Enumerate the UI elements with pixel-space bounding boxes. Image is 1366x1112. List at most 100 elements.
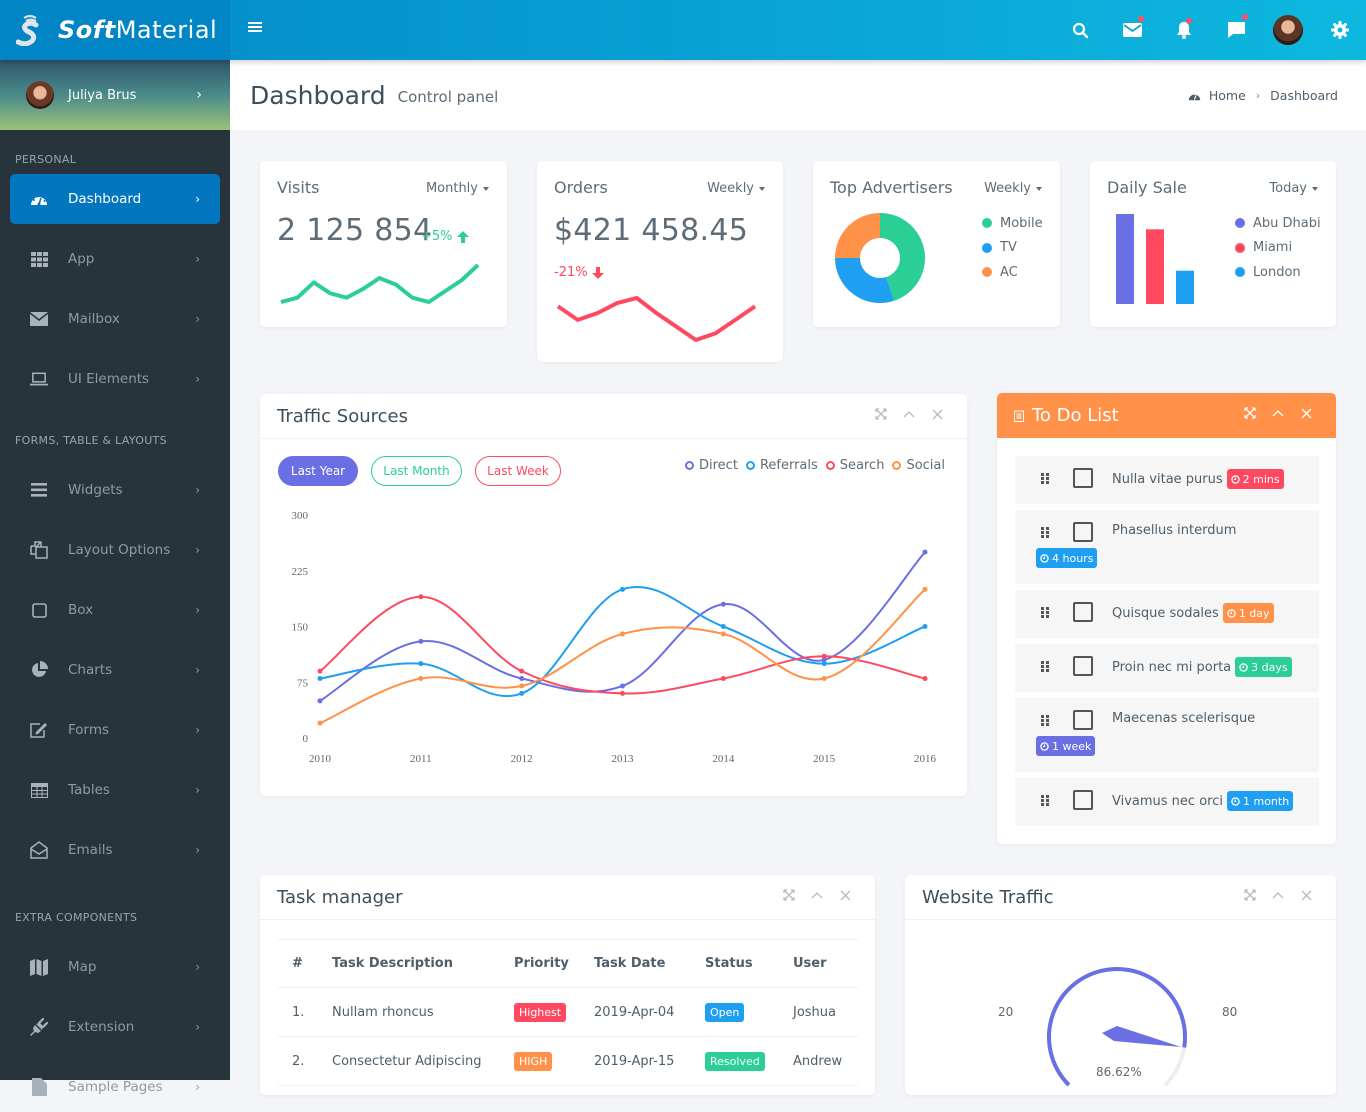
sidebar-item-forms[interactable]: Forms › [10,705,220,755]
data-point-social [821,676,827,682]
expand-icon[interactable] [1242,887,1258,903]
sidebar-item-sample-pages[interactable]: Sample Pages › [10,1062,220,1112]
drag-handle-icon[interactable] [1041,527,1049,538]
todo-item[interactable]: Nulla vitae purus 2 mins [1015,456,1319,504]
notifications-button[interactable] [1158,0,1210,60]
content-header: Dashboard Control panel Home › Dashboard [230,60,1366,130]
todo-item[interactable]: Proin nec mi porta 3 days [1015,644,1319,692]
sidebar-item-extension[interactable]: Extension › [10,1002,220,1052]
gear-icon [1331,21,1349,39]
box-title: Task manager [277,886,403,908]
data-point-search [620,690,625,696]
expand-icon[interactable] [781,887,797,903]
sidebar-item-box[interactable]: Box › [10,585,220,635]
todo-text: Maecenas scelerisque [1112,711,1256,726]
filter-last-year-button[interactable]: Last Year [278,456,358,486]
data-point-social [418,676,424,682]
website-traffic-box: Website Traffic 20 80 86.62% [905,875,1336,1095]
data-point-direct [922,549,928,555]
user-panel[interactable]: Juliya Brus › [0,60,230,130]
expand-icon[interactable] [1242,405,1258,421]
file-icon [30,1078,48,1096]
todo-checkbox[interactable] [1073,468,1093,488]
todo-checkbox[interactable] [1073,710,1093,730]
x-tick-label: 2012 [511,753,533,765]
sidebar-item-dashboard[interactable]: Dashboard › [10,174,220,224]
user-menu-button[interactable] [1262,0,1314,60]
visits-value: 2 125 854 [277,213,433,248]
task-description: Consectetur Adipiscing [318,1036,500,1086]
sidebar-item-label: Box [68,602,94,618]
gauge-label-right: 80 [1222,1005,1238,1019]
todo-item[interactable]: Maecenas scelerisque 1 week [1015,698,1319,772]
legend-item: TV [982,236,1043,261]
close-icon[interactable] [1298,887,1314,903]
collapse-icon[interactable] [1270,887,1286,903]
todo-item[interactable]: Vivamus nec orci 1 month [1015,778,1319,826]
notification-dot [1186,18,1192,24]
status-cell: Open [691,987,779,1037]
filter-last-week-button[interactable]: Last Week [475,456,561,486]
filter-last-month-button[interactable]: Last Month [371,456,462,486]
period-dropdown[interactable]: Weekly [984,181,1042,196]
collapse-icon[interactable] [809,887,825,903]
close-icon[interactable] [929,406,945,422]
sidebar-item-layout-options[interactable]: Layout Options › [10,525,220,575]
todo-item[interactable]: Phasellus interdum 4 hours [1015,510,1319,584]
drag-handle-icon[interactable] [1041,473,1049,484]
period-dropdown[interactable]: Monthly [426,181,489,196]
todo-checkbox[interactable] [1073,602,1093,622]
advertisers-donut-chart [835,213,925,303]
chevron-right-icon: › [195,1080,200,1094]
data-point-social [620,631,625,637]
data-point-referrals [720,624,726,629]
sidebar-item-mailbox[interactable]: Mailbox › [10,294,220,344]
drag-handle-icon[interactable] [1041,607,1049,618]
close-icon[interactable] [1298,405,1314,421]
logo[interactable]: SoftMaterial [0,0,230,60]
settings-button[interactable] [1314,0,1366,60]
sidebar-item-tables[interactable]: Tables › [10,765,220,815]
orders-sparkline [556,296,757,342]
breadcrumb-home-link[interactable]: Home [1209,88,1246,103]
todo-item[interactable]: Quisque sodales 1 day [1015,590,1319,638]
data-point-direct [720,601,726,607]
collapse-icon[interactable] [901,406,917,422]
table-row[interactable]: 1. Nullam rhoncus Highest 2019-Apr-04 Op… [278,987,858,1037]
drag-handle-icon[interactable] [1041,795,1049,806]
period-dropdown[interactable]: Today [1269,181,1318,196]
table-row[interactable]: 2. Consectetur Adipiscing HIGH 2019-Apr-… [278,1036,858,1086]
legend-dot [1235,242,1245,253]
task-user: Joshua [779,987,858,1037]
data-point-referrals [519,690,525,696]
visits-card: Visits Monthly 2 125 854 +5% [260,161,507,327]
collapse-icon[interactable] [1270,405,1286,421]
drag-handle-icon[interactable] [1041,715,1049,726]
data-point-direct [418,638,424,644]
legend-item: London [1235,260,1321,285]
todo-checkbox[interactable] [1073,790,1093,810]
sidebar-item-charts[interactable]: Charts › [10,645,220,695]
sidebar-item-emails[interactable]: Emails › [10,825,220,875]
todo-checkbox[interactable] [1073,656,1093,676]
todo-checkbox[interactable] [1073,522,1093,542]
sidebar-toggle-button[interactable] [248,20,262,36]
sidebar-item-map[interactable]: Map › [10,942,220,992]
search-button[interactable] [1054,0,1106,60]
sidebar-item-app[interactable]: App › [10,234,220,284]
close-icon[interactable] [837,887,853,903]
sidebar-item-label: Dashboard [68,191,142,207]
drag-handle-icon[interactable] [1041,661,1049,672]
period-dropdown[interactable]: Weekly [707,181,765,196]
sidebar-item-ui-elements[interactable]: UI Elements › [10,354,220,404]
messages-button[interactable] [1106,0,1158,60]
sidebar-item-widgets[interactable]: Widgets › [10,465,220,515]
chat-button[interactable] [1210,0,1262,60]
apps-grid-icon [30,250,48,268]
box-header: To Do List [997,393,1336,438]
time-badge: 4 hours [1036,548,1098,568]
expand-icon[interactable] [873,406,889,422]
sidebar: Juliya Brus › PERSONAL Dashboard › App ›… [0,60,230,1096]
section-header-forms: FORMS, TABLE & LAYOUTS [15,434,167,447]
traffic-legend: Direct Referrals Search Social [685,458,945,473]
